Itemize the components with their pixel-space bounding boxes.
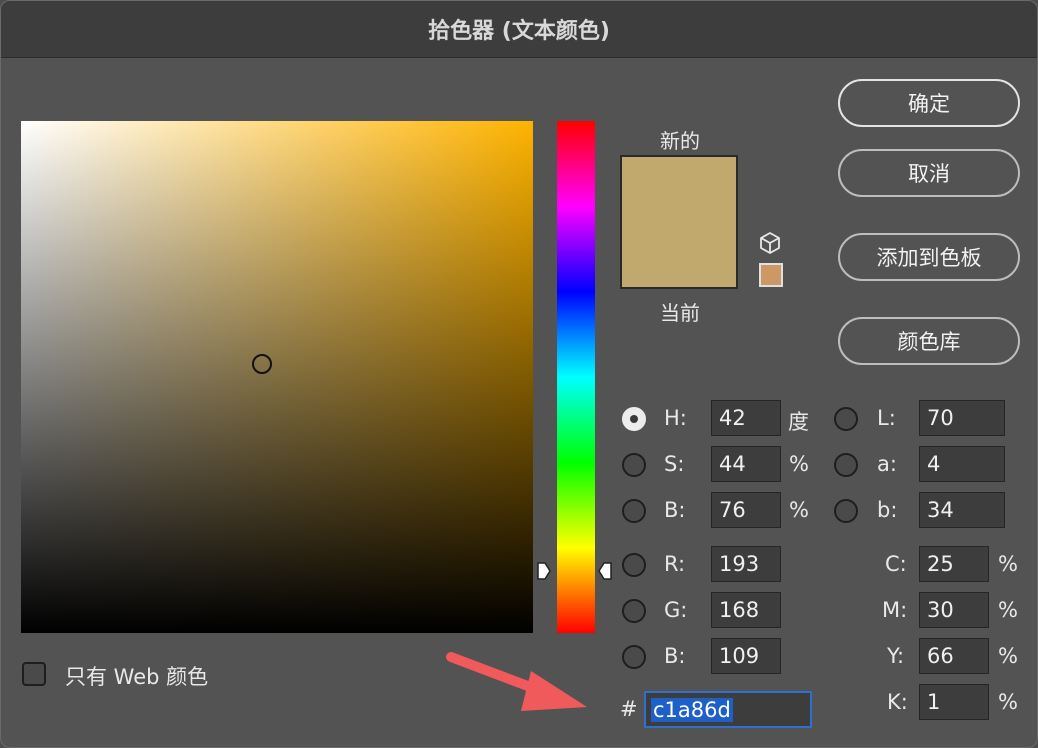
green-field[interactable]: 168 <box>711 592 781 628</box>
radio-hue[interactable] <box>622 407 646 431</box>
cyan-field[interactable]: 25 <box>919 546 989 582</box>
web-only-checkbox[interactable] <box>22 662 46 686</box>
unit-hue: 度 <box>788 410 809 434</box>
radio-lab-b[interactable] <box>834 499 858 523</box>
lab-l-field[interactable]: 70 <box>919 400 1005 436</box>
unit-magenta: % <box>998 598 1018 622</box>
blue-field[interactable]: 109 <box>711 638 781 674</box>
label-green: G: <box>664 598 688 622</box>
radio-green[interactable] <box>622 599 646 623</box>
unit-yellow: % <box>998 644 1018 668</box>
ok-button[interactable]: 确定 <box>838 79 1020 127</box>
label-brightness: B: <box>664 498 686 522</box>
label-red: R: <box>664 552 686 576</box>
lab-b-field[interactable]: 34 <box>919 492 1005 528</box>
hue-field[interactable]: 42 <box>711 400 781 436</box>
new-color-swatch <box>622 157 736 222</box>
radio-blue[interactable] <box>622 645 646 669</box>
current-color-label: 当前 <box>660 301 700 325</box>
web-only-label: 只有 Web 颜色 <box>65 665 209 689</box>
red-field[interactable]: 193 <box>711 546 781 582</box>
web-safe-cube-icon[interactable] <box>758 231 782 255</box>
add-to-swatches-button[interactable]: 添加到色板 <box>838 233 1020 281</box>
label-lab-a: a: <box>877 452 897 476</box>
magenta-field[interactable]: 30 <box>919 592 989 628</box>
radio-lab-l[interactable] <box>834 407 858 431</box>
window-title: 拾色器 (文本颜色) <box>428 19 610 44</box>
radio-saturation[interactable] <box>622 453 646 477</box>
label-cyan: C: <box>885 552 907 576</box>
label-saturation: S: <box>664 452 685 476</box>
cancel-button[interactable]: 取消 <box>838 149 1020 197</box>
label-blue: B: <box>664 644 686 668</box>
hex-value: c1a86d <box>651 697 733 722</box>
label-magenta: M: <box>882 598 908 622</box>
lab-a-field[interactable]: 4 <box>919 446 1005 482</box>
radio-brightness[interactable] <box>622 499 646 523</box>
unit-black: % <box>998 690 1018 714</box>
saturation-brightness-field[interactable] <box>21 121 533 633</box>
label-hue: H: <box>664 406 687 430</box>
color-preview-swatch <box>620 155 738 289</box>
annotation-arrow-icon <box>446 652 587 711</box>
current-color-swatch[interactable] <box>622 222 736 287</box>
label-lab-l: L: <box>877 406 896 430</box>
radio-red[interactable] <box>622 553 646 577</box>
label-lab-b: b: <box>877 498 898 522</box>
hue-slider-handle-left-icon[interactable] <box>537 562 551 580</box>
hue-slider-handle-right-icon[interactable] <box>598 562 612 580</box>
hex-field[interactable]: c1a86d <box>644 691 812 728</box>
new-color-label: 新的 <box>660 129 700 153</box>
unit-brightness: % <box>789 498 809 522</box>
hue-slider[interactable] <box>557 121 595 633</box>
radio-lab-a[interactable] <box>834 453 858 477</box>
color-libraries-button[interactable]: 颜色库 <box>838 317 1020 365</box>
label-hex: # <box>620 697 638 721</box>
brightness-field[interactable]: 76 <box>711 492 781 528</box>
unit-saturation: % <box>789 452 809 476</box>
saturation-field[interactable]: 44 <box>711 446 781 482</box>
web-safe-color-swatch[interactable] <box>759 263 783 287</box>
yellow-field[interactable]: 66 <box>919 638 989 674</box>
color-cursor[interactable] <box>252 354 272 374</box>
color-picker-dialog: 拾色器 (文本颜色) 新的 当前 确定 取消 添加到色板 颜色库 H: 42 度… <box>0 0 1038 748</box>
black-field[interactable]: 1 <box>919 684 989 720</box>
label-yellow: Y: <box>887 644 905 668</box>
title-bar: 拾色器 (文本颜色) <box>1 1 1037 58</box>
label-black: K: <box>887 690 908 714</box>
unit-cyan: % <box>998 552 1018 576</box>
